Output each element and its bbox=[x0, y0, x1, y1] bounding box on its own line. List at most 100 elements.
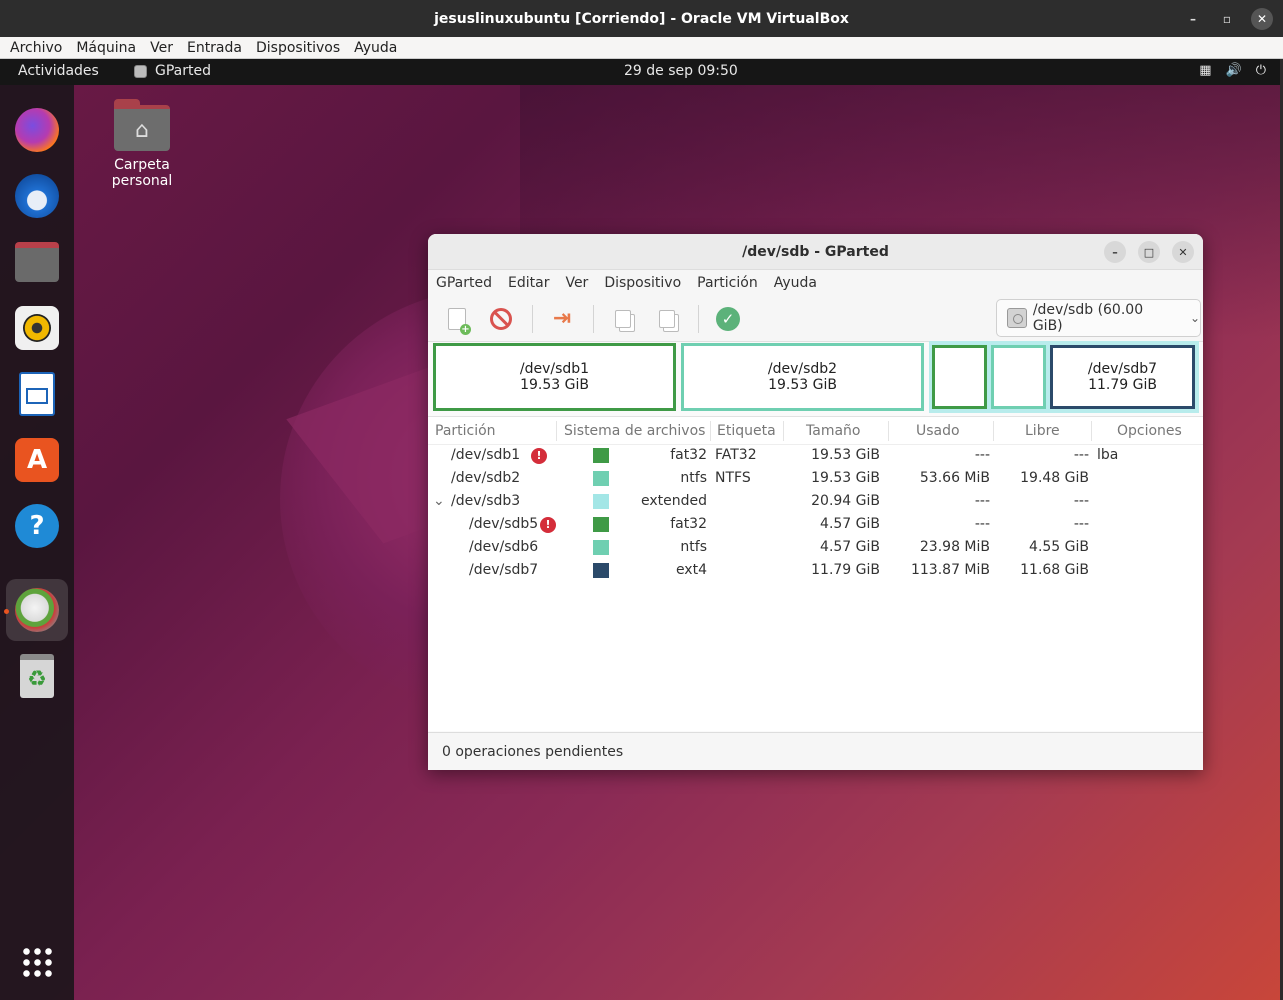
show-apps-button[interactable] bbox=[12, 937, 62, 987]
new-partition-icon bbox=[448, 307, 471, 335]
dock-files[interactable] bbox=[12, 237, 62, 287]
graph-sdb2-size: 19.53 GiB bbox=[768, 377, 837, 393]
graph-partition-sdb7[interactable]: /dev/sdb7 11.79 GiB bbox=[1050, 345, 1195, 409]
running-indicator bbox=[4, 609, 9, 614]
delete-partition-button[interactable] bbox=[484, 302, 518, 336]
menu-gparted[interactable]: GParted bbox=[436, 275, 492, 291]
row-size: 19.53 GiB bbox=[811, 447, 880, 463]
desktop-home-folder[interactable]: ⌂ Carpeta personal bbox=[84, 99, 200, 189]
dock-firefox[interactable] bbox=[12, 105, 62, 155]
graph-extended-sdb3[interactable]: /dev/sdb7 11.79 GiB bbox=[929, 341, 1199, 413]
row-fs: fat32 bbox=[670, 447, 707, 463]
menu-particion[interactable]: Partición bbox=[697, 275, 758, 291]
menu-dispositivo[interactable]: Dispositivo bbox=[604, 275, 681, 291]
fs-color-swatch bbox=[593, 563, 609, 578]
partition-row-sdb3[interactable]: ⌄ /dev/sdb3 extended 20.94 GiB --- --- bbox=[428, 490, 1203, 513]
dock-writer[interactable] bbox=[12, 369, 62, 419]
graph-partition-sdb6[interactable] bbox=[991, 345, 1046, 409]
dock-thunderbird[interactable] bbox=[12, 171, 62, 221]
device-selector[interactable]: /dev/sdb (60.00 GiB) ⌄ bbox=[996, 299, 1201, 337]
col-particion[interactable]: Partición bbox=[435, 423, 496, 439]
row-partition: /dev/sdb3 bbox=[451, 493, 521, 509]
partition-row-sdb5[interactable]: /dev/sdb5 ! fat32 4.57 GiB --- --- bbox=[428, 513, 1203, 536]
partition-row-sdb2[interactable]: /dev/sdb2 ntfs NTFS 19.53 GiB 53.66 MiB … bbox=[428, 467, 1203, 490]
maximize-icon[interactable]: □ bbox=[1138, 241, 1160, 263]
vbox-menu-maquina[interactable]: Máquina bbox=[76, 40, 136, 56]
chevron-down-icon: ⌄ bbox=[1189, 311, 1200, 325]
vbox-menu-entrada[interactable]: Entrada bbox=[187, 40, 242, 56]
maximize-icon[interactable]: ▫ bbox=[1217, 9, 1237, 29]
row-used: 23.98 MiB bbox=[919, 539, 990, 555]
graph-partition-sdb2[interactable]: /dev/sdb2 19.53 GiB bbox=[681, 343, 924, 411]
checkmark-icon: ✓ bbox=[716, 306, 740, 331]
dock-help[interactable]: ? bbox=[12, 501, 62, 551]
close-icon[interactable]: ✕ bbox=[1172, 241, 1194, 263]
menu-ver[interactable]: Ver bbox=[565, 275, 588, 291]
vbox-menu-ver[interactable]: Ver bbox=[150, 40, 173, 56]
col-etiqueta[interactable]: Etiqueta bbox=[717, 423, 776, 439]
partition-row-sdb1[interactable]: /dev/sdb1 ! fat32 FAT32 19.53 GiB --- --… bbox=[428, 444, 1203, 467]
vbox-menu-archivo[interactable]: Archivo bbox=[10, 40, 62, 56]
row-free: --- bbox=[1073, 493, 1089, 509]
new-partition-button[interactable] bbox=[440, 302, 474, 336]
graph-sdb7-name: /dev/sdb7 bbox=[1087, 361, 1158, 377]
row-partition: /dev/sdb5 bbox=[469, 516, 539, 532]
vbox-menu-dispositivos[interactable]: Dispositivos bbox=[256, 40, 340, 56]
col-sistema-archivos[interactable]: Sistema de archivos bbox=[564, 423, 705, 439]
graph-partition-sdb5[interactable] bbox=[932, 345, 987, 409]
gnome-top-bar: Actividades GParted 29 de sep 09:50 ▦ 🔊 … bbox=[0, 59, 1280, 85]
row-free: --- bbox=[1073, 447, 1089, 463]
close-icon[interactable]: ✕ bbox=[1251, 7, 1273, 30]
vbox-menu-ayuda[interactable]: Ayuda bbox=[354, 40, 397, 56]
vbox-title-bar: jesuslinuxubuntu [Corriendo] - Oracle VM… bbox=[0, 0, 1283, 37]
gparted-title-bar: /dev/sdb - GParted – □ ✕ bbox=[428, 234, 1203, 270]
help-icon: ? bbox=[15, 504, 59, 548]
partition-row-sdb6[interactable]: /dev/sdb6 ntfs 4.57 GiB 23.98 MiB 4.55 G… bbox=[428, 536, 1203, 559]
row-used: 53.66 MiB bbox=[919, 470, 990, 486]
graph-partition-sdb1[interactable]: /dev/sdb1 19.53 GiB bbox=[433, 343, 676, 411]
row-partition: /dev/sdb2 bbox=[451, 470, 521, 486]
partition-list-header: Partición Sistema de archivos Etiqueta T… bbox=[428, 417, 1203, 445]
dock-trash[interactable]: ♻ bbox=[12, 651, 62, 701]
partition-row-sdb7[interactable]: /dev/sdb7 ext4 11.79 GiB 113.87 MiB 11.6… bbox=[428, 559, 1203, 582]
guest-screen: Actividades GParted 29 de sep 09:50 ▦ 🔊 … bbox=[0, 59, 1280, 1000]
col-opciones[interactable]: Opciones bbox=[1117, 423, 1182, 439]
dock: A ? ♻ bbox=[0, 85, 74, 1000]
fs-color-swatch bbox=[593, 494, 609, 509]
graph-sdb7-size: 11.79 GiB bbox=[1088, 377, 1157, 393]
paste-icon bbox=[659, 309, 675, 328]
row-used: 113.87 MiB bbox=[910, 562, 990, 578]
dock-app-center[interactable]: A bbox=[12, 435, 62, 485]
fs-color-swatch bbox=[593, 448, 609, 463]
col-libre[interactable]: Libre bbox=[1025, 423, 1060, 439]
menu-ayuda[interactable]: Ayuda bbox=[774, 275, 817, 291]
paste-button[interactable] bbox=[650, 302, 684, 336]
clock[interactable]: 29 de sep 09:50 bbox=[624, 63, 738, 79]
warning-icon: ! bbox=[531, 448, 547, 464]
row-flags: lba bbox=[1097, 447, 1119, 463]
col-usado[interactable]: Usado bbox=[916, 423, 960, 439]
warning-icon: ! bbox=[540, 517, 556, 533]
minimize-icon[interactable]: – bbox=[1183, 9, 1203, 29]
row-fs: ntfs bbox=[680, 539, 707, 555]
resize-move-button[interactable]: ⇥ bbox=[545, 302, 579, 336]
minimize-icon[interactable]: – bbox=[1104, 241, 1126, 263]
gparted-window-controls: – □ ✕ bbox=[1104, 241, 1194, 263]
expander-chevron-icon[interactable]: ⌄ bbox=[433, 493, 445, 509]
fs-color-swatch bbox=[593, 517, 609, 532]
home-folder-label: Carpeta personal bbox=[111, 157, 173, 189]
col-tamano[interactable]: Tamaño bbox=[806, 423, 860, 439]
copy-button[interactable] bbox=[606, 302, 640, 336]
dock-rhythmbox[interactable] bbox=[12, 303, 62, 353]
row-size: 19.53 GiB bbox=[811, 470, 880, 486]
dock-gparted[interactable] bbox=[6, 579, 68, 641]
app-menu[interactable]: GParted bbox=[134, 63, 211, 79]
row-fs: ntfs bbox=[680, 470, 707, 486]
device-selector-value: /dev/sdb (60.00 GiB) bbox=[1032, 302, 1144, 334]
activities-button[interactable]: Actividades bbox=[18, 63, 99, 79]
menu-editar[interactable]: Editar bbox=[508, 275, 549, 291]
toolbar-separator bbox=[593, 304, 594, 333]
apply-button[interactable]: ✓ bbox=[711, 302, 745, 336]
system-tray[interactable]: ▦ 🔊 ⏻ bbox=[1199, 63, 1266, 78]
app-menu-label: GParted bbox=[155, 63, 211, 79]
